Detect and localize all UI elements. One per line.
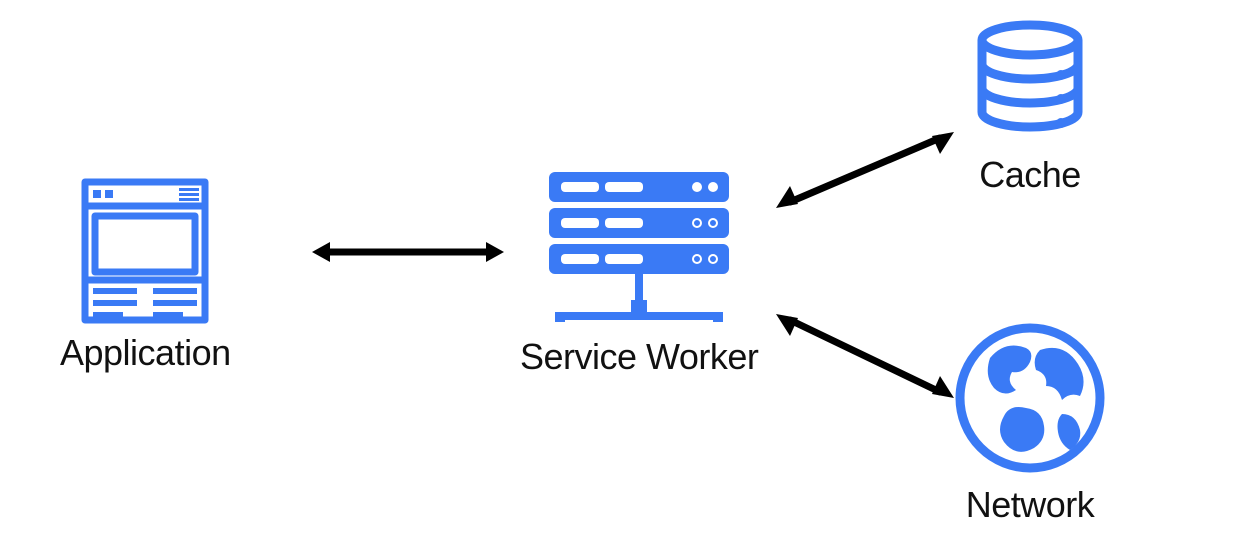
application-node: Application	[60, 176, 231, 374]
arrow-serviceworker-network	[770, 300, 960, 410]
application-icon	[75, 176, 215, 326]
globe-icon	[950, 318, 1110, 478]
service-worker-node: Service Worker	[520, 172, 758, 378]
cache-label: Cache	[979, 154, 1081, 196]
network-node: Network	[950, 318, 1110, 526]
network-label: Network	[966, 484, 1095, 526]
arrow-application-serviceworker	[308, 232, 508, 272]
cache-node: Cache	[965, 20, 1095, 196]
database-icon	[965, 20, 1095, 148]
application-label: Application	[60, 332, 231, 374]
server-icon	[529, 172, 749, 330]
arrow-serviceworker-cache	[770, 120, 960, 220]
service-worker-label: Service Worker	[520, 336, 758, 378]
